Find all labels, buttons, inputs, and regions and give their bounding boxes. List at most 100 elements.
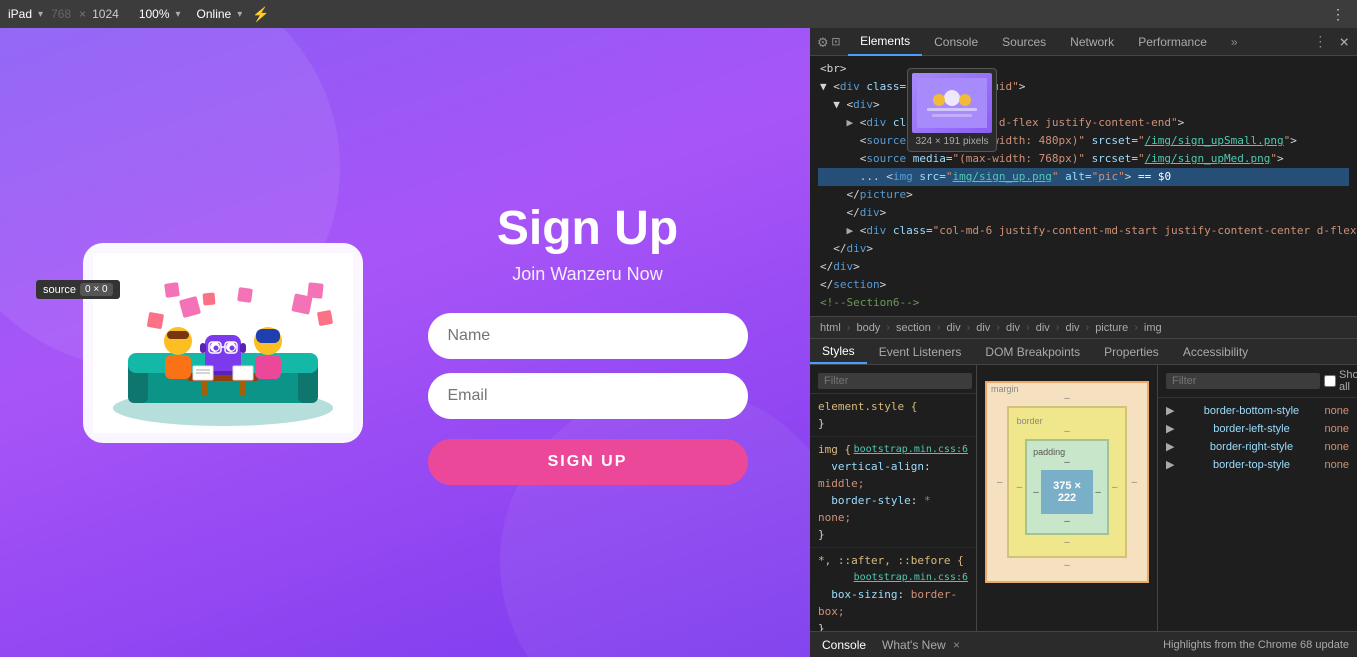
name-input[interactable] — [428, 313, 748, 359]
panel-tab-dom-breakpoints[interactable]: DOM Breakpoints — [973, 339, 1092, 364]
devtools-tabs: Elements Console Sources Network Perform… — [848, 28, 1250, 56]
tree-line: </section> — [818, 276, 1349, 294]
style-rule-element: element.style { } — [810, 394, 976, 437]
breadcrumb-picture[interactable]: picture — [1093, 322, 1130, 334]
tree-line: ▶ <div class="col-sm-6 d-flex justify-co… — [818, 114, 1349, 132]
tab-elements[interactable]: Elements — [848, 28, 922, 56]
breadcrumb-section[interactable]: section — [894, 322, 933, 334]
tab-console[interactable]: Console — [922, 28, 990, 56]
device-selector[interactable]: iPad — [8, 7, 32, 21]
source-label: source — [43, 284, 76, 296]
image-preview — [912, 73, 992, 133]
style-rule-img: img { bootstrap.min.css:6 vertical-align… — [810, 437, 976, 548]
accessibility-panel: Show all ▶ border-bottom-style none ▶ bo… — [1157, 365, 1357, 631]
console-tab-btn[interactable]: Console — [818, 638, 870, 652]
dim-height: 1024 — [92, 7, 119, 21]
border-bottom-val: – — [1017, 537, 1118, 548]
whatsnew-tab-btn[interactable]: What's New × — [878, 638, 964, 652]
illustration-box — [83, 243, 363, 443]
accessibility-filter-input[interactable] — [1166, 373, 1320, 389]
acc-prop-border-left-style: ▶ border-left-style none — [1166, 420, 1349, 438]
content-dimensions: 375 × 222 — [1053, 480, 1081, 504]
padding-label: padding — [1033, 447, 1101, 457]
tab-more[interactable]: » — [1219, 28, 1250, 56]
network-throttle-icon[interactable]: ⚡ — [252, 6, 269, 23]
border-right-val: – — [1112, 482, 1118, 493]
dropdown-arrow: ▾ — [38, 9, 43, 20]
tab-performance[interactable]: Performance — [1126, 28, 1219, 56]
signup-illustration — [93, 253, 353, 433]
panel-tab-accessibility[interactable]: Accessibility — [1171, 339, 1260, 364]
style-close-img: } — [818, 526, 968, 543]
tree-line: <source media="(max-width: 768px)" srcse… — [818, 150, 1349, 168]
style-rule-universal: *, ::after, ::before { bootstrap.min.css… — [810, 548, 976, 631]
top-toolbar: iPad ▾ 768 × 1024 100% ▾ Online ▾ ⚡ ⋮ — [0, 0, 1357, 28]
panel-tabs: Styles Event Listeners DOM Breakpoints P… — [810, 339, 1357, 365]
tab-network[interactable]: Network — [1058, 28, 1126, 56]
styles-filter-input[interactable] — [818, 373, 972, 389]
accessibility-filter-bar: Show all — [1158, 365, 1357, 398]
breadcrumb-html[interactable]: html — [818, 322, 843, 334]
whatsnew-close-btn[interactable]: × — [953, 638, 960, 652]
dock-icon[interactable]: ⊡ — [832, 34, 840, 50]
style-selector-img: img { bootstrap.min.css:6 — [818, 441, 968, 458]
breadcrumb-div1[interactable]: div — [945, 322, 963, 334]
tree-line: ▶ <div class="col-md-6 justify-content-m… — [818, 222, 1349, 240]
settings-icon[interactable]: ⚙ — [818, 32, 828, 51]
border-box: border – – padding – — [1007, 406, 1128, 558]
acc-prop-border-top-style: ▶ border-top-style none — [1166, 456, 1349, 474]
styles-panel: :hov .cls + element.style { } img — [810, 365, 977, 631]
margin-top-val: – — [997, 393, 1137, 404]
online-selector[interactable]: Online — [197, 7, 232, 21]
box-model-visual: margin – – border – – — [985, 381, 1149, 583]
breadcrumb-div5[interactable]: div — [1063, 322, 1081, 334]
border-label: border — [1017, 416, 1118, 426]
zoom-arrow: ▾ — [176, 9, 181, 20]
signup-page: source 0 × 0 — [0, 28, 810, 657]
signup-button[interactable]: SIGN UP — [428, 439, 748, 485]
style-close-element: } — [818, 415, 968, 432]
tree-line: ▼ <div> — [818, 96, 1349, 114]
breadcrumb-div4[interactable]: div — [1034, 322, 1052, 334]
universal-source-link[interactable]: bootstrap.min.css:6 — [854, 569, 968, 586]
padding-top-val: – — [1033, 457, 1101, 468]
tree-line-selected[interactable]: ... <img src="img/sign_up.png" alt="pic"… — [818, 168, 1349, 186]
console-message: Highlights from the Chrome 68 update — [1163, 639, 1349, 651]
panel-tab-event-listeners[interactable]: Event Listeners — [867, 339, 974, 364]
style-prop-border-style: border-style: * none; — [818, 492, 968, 526]
style-selector-universal: *, ::after, ::before { bootstrap.min.css… — [818, 552, 968, 569]
devtools-topbar: ⚙ ⊡ Elements Console Sources Network Per… — [810, 28, 1357, 56]
breadcrumb-div3[interactable]: div — [1004, 322, 1022, 334]
img-source-link[interactable]: bootstrap.min.css:6 — [854, 441, 968, 458]
tree-line: <source media="(max-width: 480px)" srcse… — [818, 132, 1349, 150]
signup-content: Sign Up Join Wanzeru Now SIGN UP — [0, 181, 810, 505]
filter-bar: :hov .cls + — [810, 369, 976, 394]
tab-sources[interactable]: Sources — [990, 28, 1058, 56]
html-tree: <br> ▼ <div class="container-fluid"> ▼ <… — [810, 56, 1357, 317]
breadcrumb-body[interactable]: body — [854, 322, 882, 334]
panel-tab-styles[interactable]: Styles — [810, 339, 867, 364]
border-top-val: – — [1017, 426, 1118, 437]
tree-line: </div> — [818, 258, 1349, 276]
email-input[interactable] — [428, 373, 748, 419]
show-all-label[interactable]: Show all — [1324, 369, 1357, 393]
box-model-panel: margin – – border – – — [977, 365, 1157, 631]
zoom-selector[interactable]: 100% — [139, 7, 170, 21]
panel-tab-properties[interactable]: Properties — [1092, 339, 1171, 364]
online-arrow: ▾ — [237, 9, 242, 20]
form-side: Sign Up Join Wanzeru Now SIGN UP — [405, 201, 770, 485]
devtools-close-icon[interactable]: × — [1339, 32, 1349, 51]
breadcrumb-bar: html › body › section › div › div › div … — [810, 317, 1357, 339]
padding-bottom-val: – — [1033, 516, 1101, 527]
tree-line: <!--Section6--> — [818, 294, 1349, 312]
signup-title: Sign Up — [497, 201, 678, 256]
breadcrumb-img[interactable]: img — [1142, 322, 1164, 334]
padding-box: padding – – 375 × 222 — [1025, 439, 1109, 535]
show-all-checkbox[interactable] — [1324, 375, 1336, 387]
tree-line: </div> — [818, 204, 1349, 222]
show-all-text: Show all — [1339, 369, 1357, 393]
more-icon[interactable]: ⋮ — [1327, 6, 1349, 23]
acc-prop-border-bottom-style: ▶ border-bottom-style none — [1166, 402, 1349, 420]
breadcrumb-div2[interactable]: div — [974, 322, 992, 334]
devtools-more-icon[interactable]: ⋮ — [1313, 34, 1327, 50]
